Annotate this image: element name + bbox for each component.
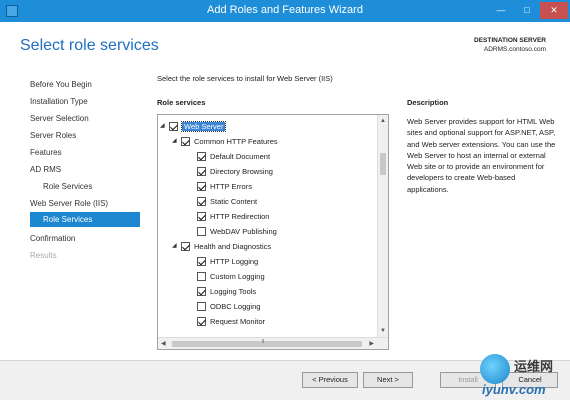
horizontal-scrollbar[interactable]: ◀ ▶: [158, 337, 388, 349]
collapse-arrow-icon[interactable]: ◢: [160, 119, 169, 134]
destination-server-name: ADRMS.contoso.com: [483, 46, 546, 53]
tree-node-label: HTTP Redirection: [210, 212, 270, 221]
checkbox[interactable]: [197, 256, 206, 266]
nav-item-confirmation[interactable]: Confirmation: [30, 231, 140, 246]
next-button[interactable]: Next >: [363, 372, 413, 388]
checkbox[interactable]: [197, 166, 206, 176]
role-services-tree[interactable]: ◢ Web Server ◢ Common HTTP Features Defaul…: [157, 114, 389, 350]
minimize-button[interactable]: —: [488, 2, 514, 19]
checkbox[interactable]: [181, 136, 190, 146]
nav-item-ad-rms[interactable]: AD RMS: [30, 162, 140, 177]
checkbox[interactable]: [197, 226, 206, 236]
tree-node-label: Directory Browsing: [210, 167, 273, 176]
tree-node-webdav-publishing[interactable]: WebDAV Publishing: [197, 224, 277, 239]
maximize-button[interactable]: □: [514, 2, 540, 19]
watermark-logo: 运维网 iyunv.com: [478, 352, 570, 400]
tree-node-web-server[interactable]: ◢ Web Server: [160, 119, 227, 134]
collapse-arrow-icon[interactable]: ◢: [172, 134, 181, 149]
instruction-text: Select the role services to install for …: [157, 74, 333, 83]
tree-node-odbc-logging[interactable]: ODBC Logging: [197, 299, 260, 314]
destination-server-info: DESTINATION SERVER ADRMS.contoso.com: [474, 36, 546, 54]
title-bar: Add Roles and Features Wizard — □ ✕: [0, 0, 570, 22]
wizard-header: Select role services DESTINATION SERVER …: [0, 22, 570, 72]
checkbox[interactable]: [181, 241, 190, 251]
window-title: Add Roles and Features Wizard: [207, 4, 363, 16]
tree-node-label: Health and Diagnostics: [194, 242, 272, 251]
collapse-arrow-icon[interactable]: ◢: [172, 239, 181, 254]
watermark-logo-icon: [480, 354, 510, 384]
tree-node-label: Request Monitor: [210, 317, 266, 326]
scroll-left-arrow-icon[interactable]: ◀: [161, 340, 166, 347]
tree-node-label: HTTP Errors: [210, 182, 252, 191]
description-heading: Description: [407, 98, 449, 107]
tree-node-http-logging[interactable]: HTTP Logging: [197, 254, 258, 269]
tree-node-label: Web Server: [180, 121, 227, 132]
vertical-scroll-thumb[interactable]: [380, 153, 386, 175]
tree-node-custom-logging[interactable]: Custom Logging: [197, 269, 265, 284]
tree-node-default-document[interactable]: Default Document: [197, 149, 270, 164]
checkbox[interactable]: [197, 151, 206, 161]
tree-node-label: Static Content: [210, 197, 258, 206]
tree-node-label: Logging Tools: [210, 287, 257, 296]
tree-node-directory-browsing[interactable]: Directory Browsing: [197, 164, 273, 179]
role-services-heading: Role services: [157, 98, 206, 107]
tree-node-static-content[interactable]: Static Content: [197, 194, 257, 209]
tree-node-request-monitor[interactable]: Request Monitor: [197, 314, 265, 329]
nav-item-server-selection[interactable]: Server Selection: [30, 111, 140, 126]
page-title: Select role services: [20, 37, 159, 54]
scroll-down-arrow-icon[interactable]: ▼: [380, 328, 386, 334]
nav-item-server-roles[interactable]: Server Roles: [30, 128, 140, 143]
nav-item-before-you-begin[interactable]: Before You Begin: [30, 77, 140, 92]
scroll-up-arrow-icon[interactable]: ▲: [380, 118, 386, 124]
tree-node-health-and-diagnostics[interactable]: ◢ Health and Diagnostics: [172, 239, 271, 254]
destination-label: DESTINATION SERVER: [474, 37, 546, 44]
tree-node-http-redirection[interactable]: HTTP Redirection: [197, 209, 269, 224]
tree-node-label: HTTP Logging: [210, 257, 259, 266]
nav-item-installation-type[interactable]: Installation Type: [30, 94, 140, 109]
previous-button[interactable]: < Previous: [302, 372, 358, 388]
checkbox[interactable]: [197, 196, 206, 206]
checkbox[interactable]: [169, 121, 178, 131]
checkbox[interactable]: [197, 286, 206, 296]
tree-node-label: Default Document: [210, 152, 271, 161]
tree-node-label: Common HTTP Features: [194, 137, 278, 146]
watermark-text-cn: 运维网: [514, 359, 554, 374]
scroll-right-arrow-icon[interactable]: ▶: [369, 340, 374, 347]
checkbox[interactable]: [197, 211, 206, 221]
tree-node-label: ODBC Logging: [210, 302, 261, 311]
tree-node-logging-tools[interactable]: Logging Tools: [197, 284, 256, 299]
watermark-text-domain: iyunv.com: [482, 382, 546, 397]
close-button[interactable]: ✕: [540, 2, 568, 19]
description-text: Web Server provides support for HTML Web…: [407, 117, 556, 194]
nav-item-web-server-role[interactable]: Web Server Role (IIS): [30, 196, 140, 211]
tree-node-label: WebDAV Publishing: [210, 227, 277, 236]
nav-item-results: Results: [30, 251, 57, 260]
checkbox[interactable]: [197, 316, 206, 326]
vertical-scrollbar[interactable]: ▲ ▼: [377, 115, 388, 337]
checkbox[interactable]: [197, 271, 206, 281]
nav-item-ad-rms-role-services[interactable]: Role Services: [30, 179, 140, 194]
tree-node-label: Custom Logging: [210, 272, 265, 281]
tree-node-http-errors[interactable]: HTTP Errors: [197, 179, 252, 194]
checkbox[interactable]: [197, 181, 206, 191]
tree-node-common-http-features[interactable]: ◢ Common HTTP Features: [172, 134, 278, 149]
nav-item-features[interactable]: Features: [30, 145, 140, 160]
nav-item-iis-role-services[interactable]: Role Services: [30, 212, 140, 227]
horizontal-scroll-thumb[interactable]: [172, 339, 362, 347]
checkbox[interactable]: [197, 301, 206, 311]
